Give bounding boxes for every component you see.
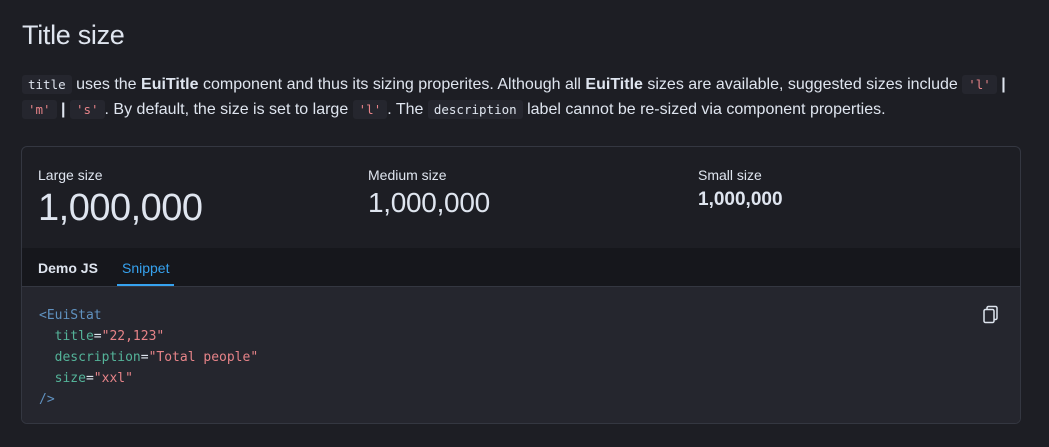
copy-icon xyxy=(983,305,998,324)
code-title: title xyxy=(22,75,72,94)
stat-value: 1,000,000 xyxy=(698,189,783,210)
stat-medium: Medium size 1,000,000 xyxy=(368,167,490,219)
tab-demo-js[interactable]: Demo JS xyxy=(38,248,98,285)
desc-text: . By default, the size is set to large xyxy=(104,101,353,118)
desc-text: component and thus its sizing properites… xyxy=(198,76,586,93)
stat-large: Large size 1,000,000 xyxy=(38,167,203,230)
tab-bar: Demo JS Snippet xyxy=(22,248,1020,287)
code-attr-name: description xyxy=(54,350,141,365)
code-attr-name: size xyxy=(54,371,86,386)
code-snippet: <EuiStat title="22,123" description="Tot… xyxy=(22,287,1020,423)
code-close-tag: /> xyxy=(39,392,55,407)
snippet-code-block: <EuiStat title="22,123" description="Tot… xyxy=(39,308,259,407)
stat-label: Medium size xyxy=(368,167,447,183)
desc-bold: EuiTitle xyxy=(585,76,643,93)
desc-text: uses the xyxy=(71,76,142,93)
code-attr-name: title xyxy=(54,329,94,344)
desc-text: label cannot be re-sized via component p… xyxy=(522,101,886,118)
stat-value: 1,000,000 xyxy=(38,187,203,229)
copy-button[interactable] xyxy=(982,305,1000,325)
desc-text: sizes are available, suggested sizes inc… xyxy=(642,76,963,93)
desc-text: . The xyxy=(387,101,428,118)
page-title: Title size xyxy=(22,20,125,50)
stat-value: 1,000,000 xyxy=(368,187,490,218)
stat-label: Small size xyxy=(698,167,762,183)
stat-small: Small size 1,000,000 xyxy=(698,167,783,211)
code-attr-value: "Total people" xyxy=(148,350,259,365)
code-attr-value: "22,123" xyxy=(101,329,165,344)
desc-separator: | xyxy=(996,76,1006,93)
code-open-tag: <EuiStat xyxy=(39,308,102,323)
code-description: description xyxy=(427,100,523,119)
desc-bold: EuiTitle xyxy=(141,76,199,93)
code-attr-value: "xxl" xyxy=(93,371,133,386)
tab-snippet[interactable]: Snippet xyxy=(116,248,176,286)
code-size-s: 's' xyxy=(69,100,105,119)
stats-demo: Large size 1,000,000 Medium size 1,000,0… xyxy=(22,147,1020,248)
code-size-default: 'l' xyxy=(352,100,388,119)
example-panel: Large size 1,000,000 Medium size 1,000,0… xyxy=(21,146,1021,424)
section-description: title uses the EuiTitle component and th… xyxy=(22,72,1027,122)
code-size-l: 'l' xyxy=(962,75,997,94)
stat-label: Large size xyxy=(38,167,103,183)
desc-separator: | xyxy=(56,101,70,118)
code-size-m: 'm' xyxy=(22,100,57,119)
